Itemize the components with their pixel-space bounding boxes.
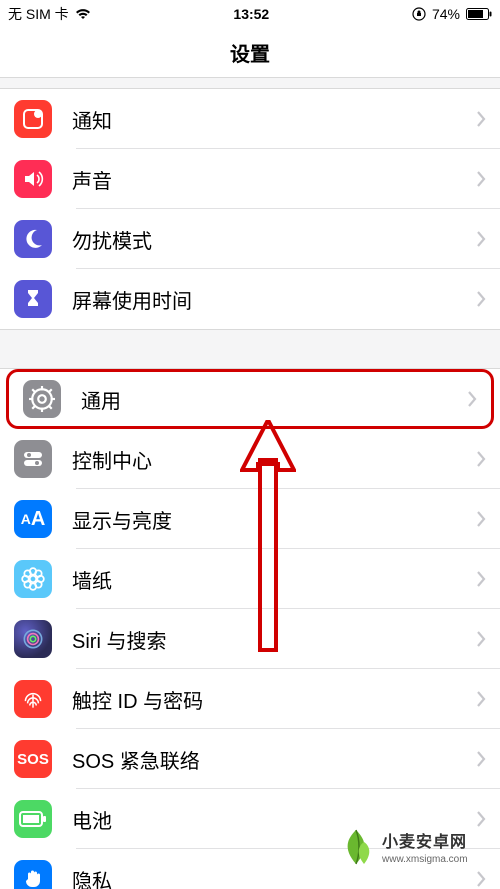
moon-icon <box>14 220 52 258</box>
fingerprint-icon <box>14 680 52 718</box>
row-wallpaper[interactable]: 墙纸 <box>0 549 500 609</box>
sos-icon: SOS <box>14 740 52 778</box>
battery-icon <box>466 8 492 20</box>
chevron-right-icon <box>476 691 486 707</box>
row-screen-time[interactable]: 屏幕使用时间 <box>0 269 500 329</box>
row-notifications[interactable]: 通知 <box>0 89 500 149</box>
row-label: 隐私 <box>72 865 476 889</box>
chevron-right-icon <box>476 811 486 827</box>
chevron-right-icon <box>476 231 486 247</box>
notifications-icon <box>14 100 52 138</box>
row-control-center[interactable]: 控制中心 <box>0 429 500 489</box>
row-siri-search[interactable]: Siri 与搜索 <box>0 609 500 669</box>
row-display-brightness[interactable]: AA 显示与亮度 <box>0 489 500 549</box>
row-sounds[interactable]: 声音 <box>0 149 500 209</box>
chevron-right-icon <box>476 171 486 187</box>
chevron-right-icon <box>476 451 486 467</box>
row-label: 屏幕使用时间 <box>72 285 476 314</box>
row-touch-id[interactable]: 触控 ID 与密码 <box>0 669 500 729</box>
battery-percent: 74% <box>432 6 460 22</box>
chevron-right-icon <box>476 511 486 527</box>
row-label: 通知 <box>72 105 476 134</box>
page-header: 设置 <box>0 28 500 78</box>
row-battery[interactable]: 电池 <box>0 789 500 849</box>
chevron-right-icon <box>476 751 486 767</box>
chevron-right-icon <box>476 631 486 647</box>
siri-icon <box>14 620 52 658</box>
clock: 13:52 <box>233 6 269 22</box>
carrier-text: 无 SIM 卡 <box>8 4 69 24</box>
row-do-not-disturb[interactable]: 勿扰模式 <box>0 209 500 269</box>
display-icon: AA <box>14 500 52 538</box>
row-label: Siri 与搜索 <box>72 625 476 654</box>
gear-icon <box>23 380 61 418</box>
row-sos[interactable]: SOS SOS 紧急联络 <box>0 729 500 789</box>
status-bar: 无 SIM 卡 13:52 74% <box>0 0 500 28</box>
row-label: 墙纸 <box>72 565 476 594</box>
flower-icon <box>14 560 52 598</box>
chevron-right-icon <box>476 291 486 307</box>
chevron-right-icon <box>476 871 486 887</box>
toggles-icon <box>14 440 52 478</box>
chevron-right-icon <box>476 571 486 587</box>
sounds-icon <box>14 160 52 198</box>
orientation-lock-icon <box>412 7 426 21</box>
row-label: 显示与亮度 <box>72 505 476 534</box>
hourglass-icon <box>14 280 52 318</box>
wifi-icon <box>75 8 91 20</box>
settings-group-2: 通用 控制中心 AA 显示与亮度 墙纸 Siri 与搜索 触控 I <box>0 368 500 889</box>
row-label: 通用 <box>81 385 467 414</box>
page-title: 设置 <box>230 38 270 67</box>
hand-icon <box>14 860 52 889</box>
battery-row-icon <box>14 800 52 838</box>
settings-group-1: 通知 声音 勿扰模式 屏幕使用时间 <box>0 88 500 330</box>
row-label: 声音 <box>72 165 476 194</box>
chevron-right-icon <box>476 111 486 127</box>
row-label: 控制中心 <box>72 445 476 474</box>
row-label: 触控 ID 与密码 <box>72 685 476 714</box>
row-general[interactable]: 通用 <box>6 369 494 429</box>
row-privacy[interactable]: 隐私 <box>0 849 500 889</box>
row-label: 电池 <box>72 805 476 834</box>
row-label: SOS 紧急联络 <box>72 745 476 774</box>
chevron-right-icon <box>467 391 477 407</box>
row-label: 勿扰模式 <box>72 225 476 254</box>
